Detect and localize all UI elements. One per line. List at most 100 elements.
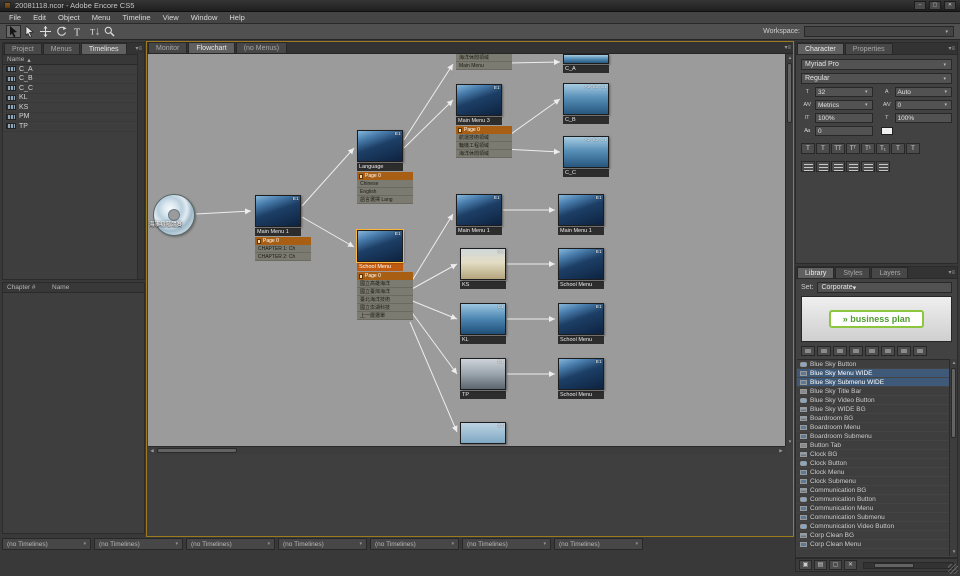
menu-window[interactable]: Window [185, 13, 224, 22]
flowchart-node-main-menu-2-partial[interactable]: 海洋休閒領域Main Menu [456, 54, 512, 70]
kerning-select[interactable]: Metrics ▾ [815, 100, 873, 110]
timelines-name-header[interactable]: Name ▴ [3, 55, 144, 65]
text-color-swatch[interactable] [881, 127, 893, 135]
project-tab-project[interactable]: Project [4, 43, 42, 54]
underline-button[interactable]: T [891, 143, 905, 154]
font-style-select[interactable]: Regular ▾ [801, 73, 952, 84]
strikethrough-button[interactable]: T [906, 143, 920, 154]
flowchart-node-school-menu[interactable]: B1School MenuPage 0國立高雄海洋國立臺灣海洋臺北海洋技術國立澎… [357, 230, 413, 320]
flowchart-node-school-menu-d[interactable]: B1School Menu [558, 358, 614, 399]
font-size-select[interactable]: 32 ▾ [815, 87, 873, 97]
menu-menu[interactable]: Menu [86, 13, 117, 22]
library-item[interactable]: Blue Sky Video Button [797, 396, 949, 405]
timelines-dock-tab[interactable]: (no Timelines)▾ [462, 538, 551, 550]
panel-menu-icon[interactable]: ▾≡ [948, 45, 955, 52]
library-item[interactable]: Blue Sky Title Bar [797, 387, 949, 396]
timeline-list-item[interactable]: TP [3, 122, 144, 132]
selection-tool-icon[interactable] [6, 25, 21, 38]
new-button-button[interactable]: ▢ [829, 560, 842, 570]
small-caps-button[interactable]: Tᵀ [846, 143, 860, 154]
place-item-button[interactable]: ▣ [799, 560, 812, 570]
align-center-button[interactable] [816, 161, 830, 172]
scrollbar-thumb[interactable] [787, 63, 792, 123]
flowchart-node-main-menu-1[interactable]: B1Main Menu 1Page 0CHAPTER 1: ChCHAPTER … [255, 195, 311, 261]
flowchart-node-tp-timeline[interactable]: C1TP [460, 358, 516, 399]
flowchart-node-main-menu-1-c[interactable]: B1Main Menu 1 [558, 194, 614, 235]
align-right-button[interactable] [831, 161, 845, 172]
menu-timeline[interactable]: Timeline [116, 13, 156, 22]
library-item[interactable]: Communication Menu [797, 504, 949, 513]
new-menu-button[interactable]: ▤ [814, 560, 827, 570]
scroll-down-icon[interactable]: ▼ [950, 548, 958, 556]
shapes-filter-icon[interactable] [897, 346, 911, 356]
character-tab-properties[interactable]: Properties [845, 43, 893, 54]
timeline-list-item[interactable]: PM [3, 113, 144, 123]
project-tab-menus[interactable]: Menus [43, 43, 80, 54]
panel-menu-icon[interactable]: ▾≡ [135, 45, 142, 52]
close-button[interactable]: ✕ [944, 1, 956, 10]
chapter-number-column-header[interactable]: Chapter # [7, 284, 49, 291]
library-set-select[interactable]: Corporate ▾ [817, 282, 952, 293]
flowchart-node-main-menu-1-b[interactable]: B1Main Menu 1 [456, 194, 512, 235]
center-tab-no-menus[interactable]: (no Menus) [236, 42, 287, 53]
scrollbar-thumb[interactable] [951, 368, 956, 438]
menu-object[interactable]: Object [52, 13, 86, 22]
timelines-dock-tab[interactable]: (no Timelines)▾ [554, 538, 643, 550]
menu-help[interactable]: Help [223, 13, 250, 22]
flowchart-canvas[interactable]: 海事初階競賽 B1Main Menu 1Page 0CHAPTER 1: ChCH… [148, 54, 785, 446]
menu-file[interactable]: File [3, 13, 27, 22]
library-item[interactable]: Clock Button [797, 459, 949, 468]
library-item[interactable]: Clock BG [797, 450, 949, 459]
flowchart-node-main-menu-3[interactable]: B1Main Menu 3Page 0航運技術領域輪機工程領域海洋休閒領域 [456, 84, 512, 158]
flowchart-node-school-menu-b[interactable]: B1School Menu [558, 248, 614, 289]
timelines-scrollbar[interactable] [137, 53, 144, 279]
scroll-right-icon[interactable]: ▶ [777, 447, 785, 455]
window-resize-grip[interactable] [948, 564, 958, 574]
menu-view[interactable]: View [157, 13, 185, 22]
flowchart-node-kl-timeline[interactable]: C1KL [460, 303, 516, 344]
library-tab-styles[interactable]: Styles [835, 267, 870, 278]
subscript-button[interactable]: T₁ [876, 143, 890, 154]
backgrounds-filter-icon[interactable] [849, 346, 863, 356]
text-filter-icon[interactable] [881, 346, 895, 356]
minimize-button[interactable]: – [914, 1, 926, 10]
flowchart-node-c-c-timeline[interactable]: A2 S2 C1C_C [563, 136, 619, 177]
images-filter-icon[interactable] [833, 346, 847, 356]
all-caps-button[interactable]: TT [831, 143, 845, 154]
vertical-text-tool-icon[interactable]: T [86, 25, 101, 38]
workspace-select[interactable]: ▾ [804, 26, 954, 37]
justify-last-left-button[interactable] [846, 161, 860, 172]
tracking-select[interactable]: 0 ▾ [895, 100, 953, 110]
move-tool-icon[interactable] [38, 25, 53, 38]
library-item[interactable]: Corp Clean BG [797, 531, 949, 540]
library-item[interactable]: Clock Menu [797, 468, 949, 477]
flowchart-node-school-menu-c[interactable]: B1School Menu [558, 303, 614, 344]
menu-edit[interactable]: Edit [27, 13, 52, 22]
flowchart-node-pm-timeline-partial[interactable]: C4 [460, 422, 516, 444]
vertical-scale-field[interactable]: 100% [815, 113, 873, 123]
center-tab-flowchart[interactable]: Flowchart [188, 42, 234, 53]
library-item[interactable]: Communication Video Button [797, 522, 949, 531]
layersets-filter-icon[interactable] [865, 346, 879, 356]
delete-item-button[interactable]: ✕ [844, 560, 857, 570]
library-tab-library[interactable]: Library [797, 267, 834, 278]
timelines-dock-tab[interactable]: (no Timelines)▾ [2, 538, 91, 550]
text-tool-icon[interactable]: T [70, 25, 85, 38]
direct-selection-tool-icon[interactable] [22, 25, 37, 38]
horizontal-scale-field[interactable]: 100% [895, 113, 953, 123]
library-item[interactable]: Blue Sky Button [797, 360, 949, 369]
timelines-dock-tab[interactable]: (no Timelines)▾ [94, 538, 183, 550]
library-item[interactable]: Communication Button [797, 495, 949, 504]
scrollbar-thumb[interactable] [157, 448, 237, 453]
leading-select[interactable]: Auto ▾ [895, 87, 953, 97]
chapter-name-column-header[interactable]: Name [52, 284, 69, 291]
scroll-down-icon[interactable]: ▼ [786, 438, 794, 446]
library-item[interactable]: Clock Submenu [797, 477, 949, 486]
library-item[interactable]: Boardroom Submenu [797, 432, 949, 441]
menus-filter-icon[interactable] [801, 346, 815, 356]
superscript-button[interactable]: T¹ [861, 143, 875, 154]
faux-italic-button[interactable]: T [816, 143, 830, 154]
panel-menu-icon[interactable]: ▾≡ [784, 44, 791, 51]
flowchart-node-disc[interactable]: 海事初階競賽 [153, 194, 209, 244]
library-item[interactable]: Boardroom BG [797, 414, 949, 423]
